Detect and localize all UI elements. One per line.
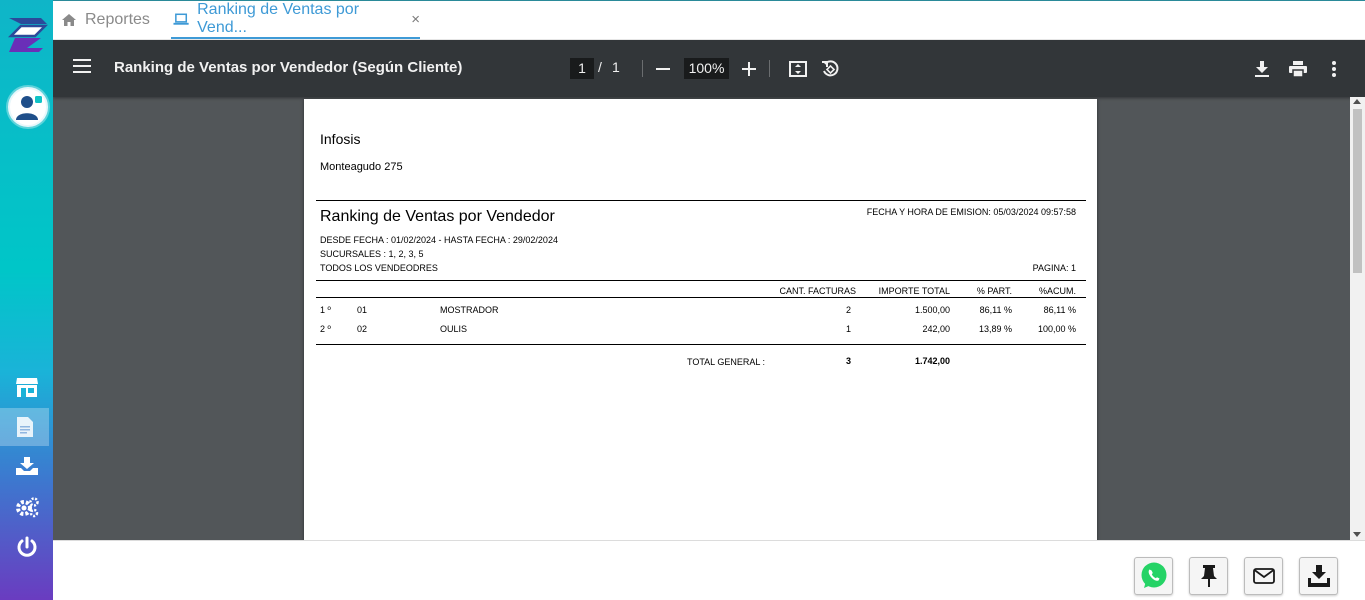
- sidebar-item-downloads[interactable]: [0, 447, 53, 485]
- table-top-rule: [316, 280, 1086, 281]
- zoom-in-icon: [742, 62, 756, 76]
- page-indicator: PAGINA: 1: [1032, 263, 1076, 273]
- tab-reportes-label: Reportes: [85, 11, 150, 28]
- fit-page-button[interactable]: [786, 57, 810, 81]
- user-avatar[interactable]: [8, 87, 48, 127]
- table-header-rule: [316, 297, 1086, 298]
- fit-page-icon: [789, 61, 807, 77]
- email-button[interactable]: [1244, 557, 1283, 595]
- branches: SUCURSALES : 1, 2, 3, 5: [320, 249, 424, 259]
- page-number-input[interactable]: 1: [570, 58, 594, 79]
- row-name: OULIS: [440, 324, 468, 334]
- sidebar-item-store[interactable]: [0, 368, 53, 406]
- pin-button[interactable]: [1189, 557, 1228, 595]
- emission-datetime: FECHA Y HORA DE EMISION: 05/03/2024 09:5…: [866, 207, 1076, 217]
- user-avatar-icon: [16, 96, 42, 120]
- document-title: Ranking de Ventas por Vendedor (Según Cl…: [114, 59, 463, 76]
- column-header-cant: CANT. FACTURAS: [779, 286, 856, 296]
- menu-icon[interactable]: [73, 59, 91, 78]
- toolbar-divider: [769, 60, 770, 77]
- row-acum: 86,11 %: [1043, 305, 1076, 315]
- download-button[interactable]: [1250, 57, 1274, 81]
- laptop-icon: [173, 13, 189, 25]
- sidebar-item-settings[interactable]: [0, 488, 53, 526]
- scroll-down-icon[interactable]: [1353, 532, 1361, 537]
- total-pages: 1: [612, 59, 620, 75]
- pdf-viewer: Ranking de Ventas por Vendedor (Según Cl…: [53, 40, 1365, 540]
- row-code: 01: [357, 305, 368, 315]
- sidebar: [0, 0, 53, 600]
- company-address: Monteagudo 275: [320, 161, 403, 173]
- pdf-toolbar: Ranking de Ventas por Vendedor (Según Cl…: [53, 40, 1365, 97]
- rotate-icon: [822, 60, 839, 77]
- logo-icon[interactable]: [5, 12, 49, 56]
- tab-ranking-label: Ranking de Ventas por Vend...: [197, 1, 360, 36]
- row-code: 02: [357, 324, 368, 334]
- toolbar-divider: [642, 60, 643, 77]
- row-cant: 2: [845, 305, 851, 315]
- print-button[interactable]: [1286, 57, 1310, 81]
- action-bar: [53, 540, 1365, 600]
- more-vert-icon: [1332, 61, 1336, 77]
- document-icon: [16, 417, 33, 437]
- whatsapp-icon: [1141, 562, 1166, 588]
- column-header-acum: %ACUM.: [1038, 286, 1076, 296]
- gears-icon: [15, 497, 39, 518]
- scrollbar-thumb[interactable]: [1353, 109, 1362, 273]
- column-header-part: % PART.: [976, 286, 1012, 296]
- row-cant: 1: [845, 324, 851, 334]
- download-icon: [1255, 61, 1269, 77]
- zoom-input[interactable]: 100%: [684, 58, 729, 79]
- tab-ranking[interactable]: Ranking de Ventas por Vend... ×: [171, 1, 420, 39]
- zoom-out-icon: [656, 68, 670, 70]
- download-report-button[interactable]: [1299, 557, 1338, 595]
- rotate-button[interactable]: [818, 57, 842, 81]
- scroll-up-icon[interactable]: [1353, 99, 1361, 104]
- row-importe: 242,00: [922, 324, 950, 334]
- row-rank: 1 º: [320, 305, 331, 315]
- row-part: 13,89 %: [978, 324, 1012, 334]
- zoom-in-button[interactable]: [737, 57, 761, 81]
- zoom-out-button[interactable]: [651, 57, 675, 81]
- home-icon: [62, 14, 76, 26]
- mail-icon: [1252, 568, 1275, 584]
- row-part: 86,11 %: [979, 305, 1012, 315]
- row-rank: 2 º: [320, 324, 331, 334]
- more-options-button[interactable]: [1322, 57, 1346, 81]
- sellers-filter: TODOS LOS VENDEODRES: [320, 263, 438, 273]
- total-cant: 3: [845, 356, 851, 366]
- whatsapp-button[interactable]: [1134, 557, 1173, 595]
- tab-reportes[interactable]: Reportes: [61, 1, 150, 39]
- row-acum: 100,00 %: [1037, 324, 1076, 334]
- download-icon: [1307, 565, 1330, 587]
- sidebar-item-logout[interactable]: [0, 528, 53, 566]
- table-bottom-rule: [316, 344, 1086, 345]
- tab-bar: Reportes Ranking de Ventas por Vend... ×: [53, 1, 1365, 40]
- header-rule: [316, 200, 1086, 201]
- close-icon[interactable]: ×: [411, 11, 420, 28]
- pdf-page: Infosis Monteagudo 275 Ranking de Ventas…: [304, 99, 1097, 540]
- date-range: DESDE FECHA : 01/02/2024 - HASTA FECHA :…: [320, 235, 558, 245]
- column-header-importe: IMPORTE TOTAL: [878, 286, 950, 296]
- download-tray-icon: [15, 457, 38, 475]
- company-name: Infosis: [320, 131, 361, 147]
- pin-icon: [1200, 565, 1217, 587]
- total-importe: 1.742,00: [914, 356, 950, 366]
- vertical-scrollbar[interactable]: [1350, 97, 1365, 540]
- report-title: Ranking de Ventas por Vendedor: [320, 208, 555, 225]
- row-importe: 1.500,00: [914, 305, 950, 315]
- row-name: MOSTRADOR: [440, 305, 499, 315]
- power-icon: [17, 536, 36, 557]
- page-separator: /: [598, 59, 602, 75]
- store-icon: [15, 378, 38, 397]
- print-icon: [1289, 61, 1307, 77]
- sidebar-item-reports[interactable]: [0, 408, 49, 446]
